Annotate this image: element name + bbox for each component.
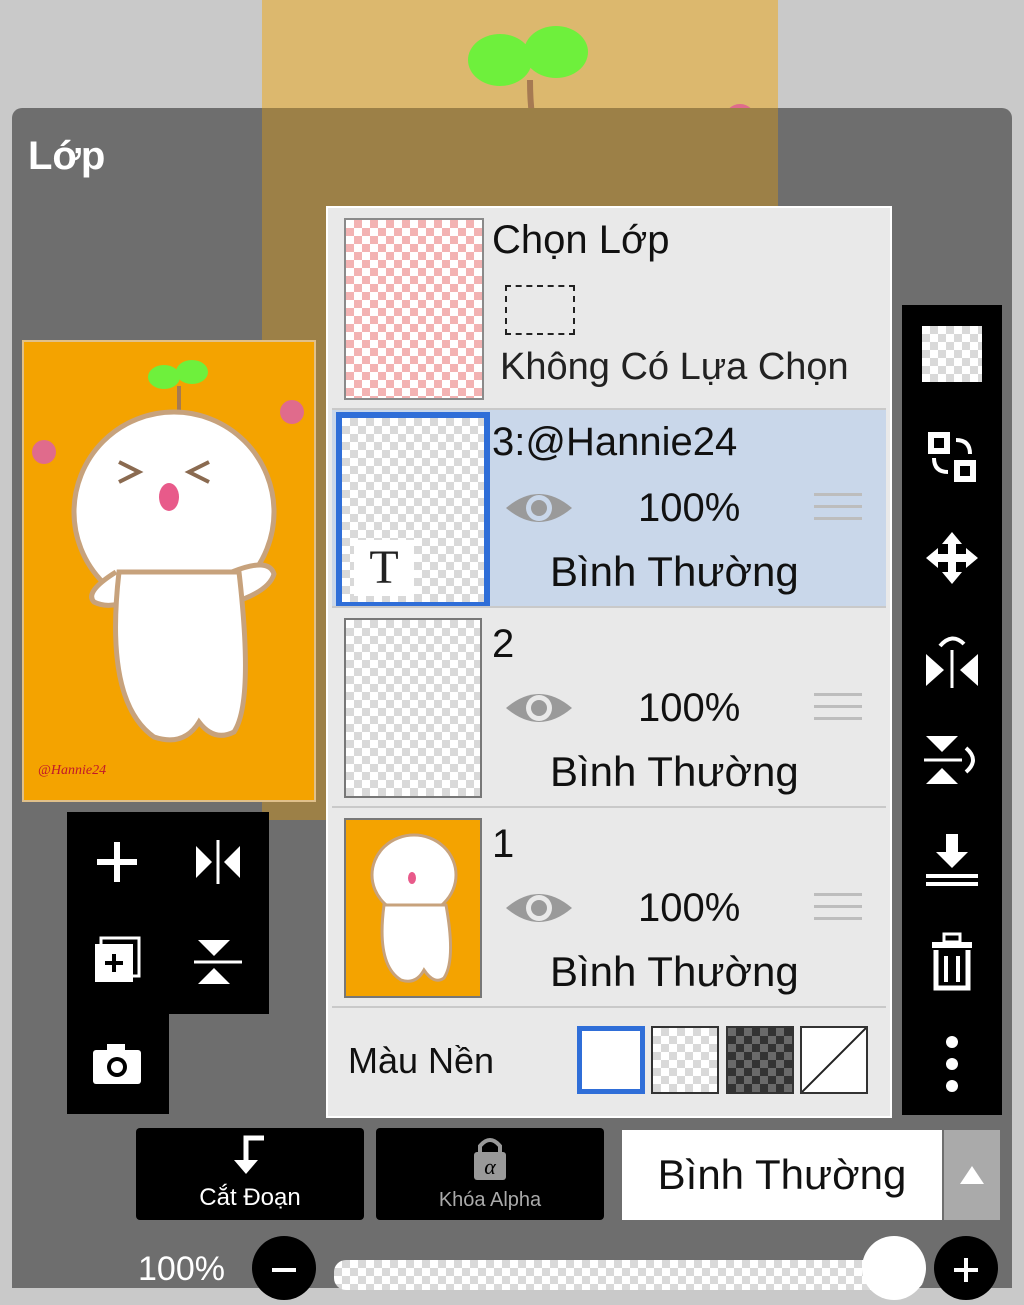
layer-name: 1 xyxy=(492,822,515,866)
layer-name: 2 xyxy=(492,622,515,666)
selection-title: Chọn Lớp xyxy=(492,218,670,262)
transparency-icon[interactable] xyxy=(922,326,982,382)
eye-icon[interactable] xyxy=(504,686,574,730)
opacity-plus-button[interactable] xyxy=(934,1236,998,1300)
flip-vertical-icon[interactable] xyxy=(920,728,984,792)
selection-subtitle: Không Có Lựa Chọn xyxy=(500,346,849,388)
flip-horizontal-icon[interactable] xyxy=(920,628,984,692)
svg-text:@Hannie24: @Hannie24 xyxy=(38,763,106,778)
layer-opacity: 100% xyxy=(638,486,741,530)
layer-thumbnail-2[interactable] xyxy=(344,618,482,798)
eye-icon[interactable] xyxy=(504,886,574,930)
alpha-lock-label: Khóa Alpha xyxy=(438,1189,542,1211)
clip-label: Cắt Đoạn xyxy=(199,1184,301,1211)
character-drawing: @Hannie24 xyxy=(32,360,304,778)
bg-swatch-none[interactable] xyxy=(800,1026,868,1094)
layer-blend: Bình Thường xyxy=(550,748,799,795)
flip-h-icon[interactable] xyxy=(186,830,250,894)
clip-arrow-icon xyxy=(234,1135,264,1174)
panel-title: Lớp xyxy=(28,134,106,178)
swap-layer-icon[interactable] xyxy=(920,424,984,488)
divider xyxy=(332,1006,886,1008)
add-layer-icon[interactable] xyxy=(85,830,149,894)
svg-text:α: α xyxy=(484,1154,496,1179)
bg-swatch-white[interactable] xyxy=(577,1026,645,1094)
layer-blend: Bình Thường xyxy=(550,548,799,595)
opacity-slider-thumb[interactable] xyxy=(862,1236,926,1300)
layer-thumbnail-1[interactable] xyxy=(344,818,482,998)
camera-icon[interactable] xyxy=(85,1032,149,1096)
blend-mode-select[interactable]: Bình Thường xyxy=(622,1130,942,1220)
bg-swatch-dark[interactable] xyxy=(726,1026,794,1094)
minus-icon xyxy=(272,1268,296,1272)
add-copy-icon[interactable] xyxy=(85,930,149,994)
canvas-preview[interactable]: @Hannie24 xyxy=(22,340,316,802)
layer-thumbnail-art xyxy=(370,833,458,983)
layer-blend: Bình Thường xyxy=(550,948,799,995)
eye-icon[interactable] xyxy=(504,486,574,530)
layer-opacity: 100% xyxy=(638,686,741,730)
slash-icon xyxy=(801,1027,867,1093)
more-icon[interactable] xyxy=(920,1032,984,1096)
opacity-slider-track[interactable] xyxy=(334,1260,924,1290)
opacity-value: 100% xyxy=(138,1250,225,1288)
opacity-minus-button[interactable] xyxy=(252,1236,316,1300)
layer-name: 3:@Hannie24 xyxy=(492,420,738,464)
alpha-lock-button[interactable]: α Khóa Alpha xyxy=(376,1128,604,1220)
flip-v-icon[interactable] xyxy=(186,930,250,994)
selection-dashed-icon xyxy=(505,285,575,335)
drag-handle-icon[interactable] xyxy=(814,884,862,924)
trash-icon[interactable] xyxy=(920,930,984,994)
blend-mode-dropdown[interactable] xyxy=(944,1130,1000,1220)
selection-thumbnail[interactable] xyxy=(344,218,484,400)
move-icon[interactable] xyxy=(920,526,984,590)
merge-down-icon[interactable] xyxy=(920,828,984,892)
drag-handle-icon[interactable] xyxy=(814,684,862,724)
lock-icon: α xyxy=(474,1138,506,1180)
text-layer-badge: T xyxy=(354,540,414,596)
triangle-up-icon xyxy=(960,1166,984,1184)
clip-button[interactable]: Cắt Đoạn xyxy=(136,1128,364,1220)
plus-icon xyxy=(954,1258,978,1282)
drag-handle-icon[interactable] xyxy=(814,484,862,524)
bg-swatch-transparent[interactable] xyxy=(651,1026,719,1094)
background-label: Màu Nền xyxy=(348,1040,495,1081)
layer-thumbnail-3[interactable]: T xyxy=(336,412,490,608)
layer-opacity: 100% xyxy=(638,886,741,930)
